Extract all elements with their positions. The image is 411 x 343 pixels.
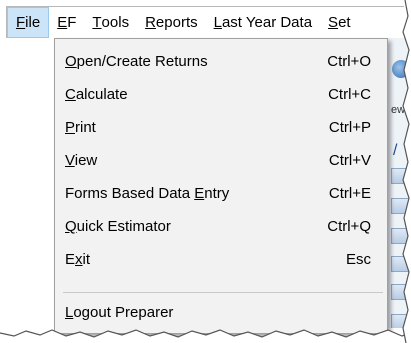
menu-bar: File EF Tools Reports Last Year Data Set — [6, 6, 404, 38]
menu-ef-label: F — [67, 14, 77, 31]
menu-separator — [63, 292, 383, 293]
menu-item-shortcut: Ctrl+P — [328, 119, 371, 136]
menu-item-label: Exit — [65, 251, 91, 268]
menu-last-year-data-mnemonic: L — [213, 14, 222, 31]
menu-item-quick-estimator[interactable]: Quick Estimator Ctrl+Q — [55, 210, 387, 243]
menu-item-calculate[interactable]: Calculate Ctrl+C — [55, 78, 387, 111]
menu-tools[interactable]: Tools — [84, 7, 137, 38]
menu-item-label: Quick Estimator — [65, 218, 171, 235]
menu-item-label: Calculate — [65, 86, 128, 103]
menu-file-label: ile — [25, 14, 41, 31]
torn-edge-right — [402, 0, 411, 343]
menu-reports-label: eports — [155, 14, 198, 31]
menu-item-label: View — [65, 152, 98, 169]
menu-item-shortcut: Ctrl+O — [327, 53, 371, 70]
menu-ef-mnemonic: E — [57, 14, 68, 31]
menu-setup[interactable]: Set — [320, 7, 359, 38]
menu-reports[interactable]: Reports — [137, 7, 206, 38]
menu-last-year-data-label: ast Year Data — [221, 14, 313, 31]
menu-item-shortcut: Ctrl+V — [328, 152, 371, 169]
menu-tools-mnemonic: T — [92, 14, 102, 31]
background-text-fragment: / — [393, 142, 398, 159]
menu-file-mnemonic: F — [16, 14, 26, 31]
menu-item-exit[interactable]: Exit Esc — [55, 243, 387, 276]
menu-file[interactable]: File — [7, 7, 50, 38]
menu-item-print[interactable]: Print Ctrl+P — [55, 111, 387, 144]
menu-ef[interactable]: EF — [49, 7, 84, 38]
menu-item-open-create-returns[interactable]: Open/Create Returns Ctrl+O — [55, 45, 387, 78]
menu-item-shortcut: Ctrl+Q — [327, 218, 371, 235]
menu-item-view[interactable]: View Ctrl+V — [55, 144, 387, 177]
menu-item-label: Logout Preparer — [65, 304, 174, 321]
menu-item-logout-preparer[interactable]: Logout Preparer — [55, 296, 387, 329]
menu-setup-label: et — [338, 14, 351, 31]
menu-item-label: Print — [65, 119, 96, 136]
menu-tools-label: ools — [101, 14, 130, 31]
menu-item-shortcut: Ctrl+E — [328, 185, 371, 202]
screenshot-frame: File EF Tools Reports Last Year Data Set… — [0, 0, 411, 343]
menu-last-year-data[interactable]: Last Year Data — [206, 7, 320, 38]
menu-item-label: Forms Based Data Entry — [65, 185, 230, 202]
menu-item-label: Open/Create Returns — [65, 53, 208, 70]
menu-item-shortcut: Esc — [345, 251, 371, 268]
torn-edge-bottom — [0, 329, 411, 343]
file-dropdown-menu: Open/Create Returns Ctrl+O Calculate Ctr… — [54, 38, 388, 334]
menu-reports-mnemonic: R — [145, 14, 156, 31]
menu-setup-mnemonic: S — [328, 14, 339, 31]
menu-item-forms-based-data-entry[interactable]: Forms Based Data Entry Ctrl+E — [55, 177, 387, 210]
menu-item-shortcut: Ctrl+C — [328, 86, 371, 103]
